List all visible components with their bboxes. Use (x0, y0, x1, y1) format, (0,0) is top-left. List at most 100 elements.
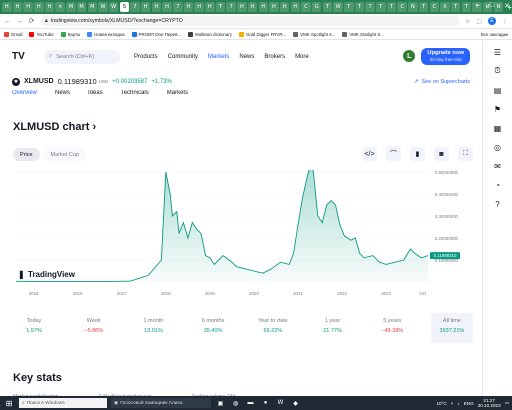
reload-icon[interactable]: ⟳ (28, 17, 35, 25)
browser-tab[interactable]: S (119, 2, 130, 12)
supercharts-link[interactable]: ↗ See on Supercharts (414, 79, 470, 85)
browser-tab[interactable]: Н (290, 2, 301, 12)
period-button[interactable]: Week −5.96% (73, 313, 115, 343)
period-button[interactable]: Year to date 69.22% (252, 313, 294, 343)
user-avatar[interactable]: L (403, 50, 416, 63)
nav-item-markets[interactable]: Markets (208, 54, 229, 60)
ideas-stream-icon[interactable]: ◎ (492, 141, 504, 153)
browser-tab[interactable]: G (311, 2, 322, 12)
hotlist-icon[interactable]: ⚑ (492, 103, 504, 115)
volume-icon[interactable]: ♪ (457, 401, 459, 406)
language-indicator[interactable]: ENG (464, 401, 474, 406)
notifications-icon[interactable]: ◔ (492, 179, 504, 191)
clock[interactable]: 21:27 30.10.2023 (478, 398, 501, 408)
back-icon[interactable]: ← (4, 18, 11, 25)
browser-tab[interactable]: М (66, 2, 76, 12)
period-button[interactable]: 1 month 13.01% (132, 313, 174, 343)
browser-tab[interactable]: М (76, 2, 87, 12)
browser-tab[interactable]: Н (23, 2, 33, 12)
browser-tab[interactable]: Н (269, 2, 279, 12)
bookmark-item[interactable]: Новая вкладка (87, 31, 125, 37)
maximize-icon[interactable]: □ (490, 2, 494, 10)
help-icon[interactable]: ? (492, 198, 504, 210)
camera-icon[interactable]: ◙ (434, 147, 449, 161)
bookmark-item[interactable]: VMK Spotlight 4... (293, 31, 335, 37)
period-button[interactable]: All time 3937.21% (430, 313, 473, 343)
browser-tab[interactable]: Н (12, 2, 23, 12)
browser-tab[interactable]: Н (237, 2, 247, 12)
browser-tab[interactable]: Т (354, 2, 365, 12)
notifications-icon[interactable]: ▭ (505, 400, 509, 406)
browser-tab[interactable]: С (429, 2, 439, 12)
taskbar-search[interactable]: ⌕ Поиск в Windows (19, 398, 107, 408)
line-chart-icon[interactable]: ⌒ (386, 147, 401, 161)
nav-item-brokers[interactable]: Brokers (264, 54, 285, 60)
forward-icon[interactable]: → (16, 18, 23, 25)
store-app-icon[interactable]: ◆ (290, 398, 301, 408)
period-button[interactable]: 1 year 21.77% (312, 313, 354, 343)
browser-tab[interactable]: Н (205, 2, 215, 12)
browser-tab[interactable]: W (108, 2, 119, 12)
data-window-icon[interactable]: ▤ (492, 84, 504, 96)
browser-tab[interactable]: 7 (130, 2, 140, 12)
browser-tab[interactable]: Х (440, 2, 450, 12)
browser-tab[interactable]: W (98, 2, 108, 12)
nav-item-news[interactable]: News (239, 54, 254, 60)
browser-tab[interactable]: Н (279, 2, 290, 12)
chart-tab-price[interactable]: Price (13, 148, 40, 161)
browser-tab[interactable]: ✕ (55, 2, 65, 12)
voice-assistant[interactable]: ◉ Голосовой помощник Алиса (111, 398, 211, 408)
candle-chart-icon[interactable]: ▮ (410, 147, 425, 161)
nav-item-community[interactable]: Community (168, 54, 198, 60)
browser-tab[interactable]: М (87, 2, 97, 12)
menu-icon[interactable]: ⋮ (502, 18, 508, 25)
word-app-icon[interactable]: W (275, 398, 286, 408)
code-icon[interactable]: </> (362, 147, 377, 161)
file-explorer-icon[interactable]: ▬ (245, 398, 256, 408)
bookmark-item[interactable]: PROMT.One Перев... (131, 31, 181, 37)
browser-tab[interactable]: N (408, 2, 418, 12)
browser-tab[interactable]: Н (194, 2, 204, 12)
all-bookmarks[interactable]: Все закладки (481, 32, 508, 37)
bookmark-item[interactable]: Gold Digger FRVR... (238, 31, 286, 37)
chart-tab-market-cap[interactable]: Market Cap (43, 148, 86, 161)
browser-tab[interactable]: Т (418, 2, 429, 12)
calendar-icon[interactable]: ▦ (492, 122, 504, 134)
bookmark-item[interactable]: Карты (60, 31, 80, 37)
browser-tab[interactable]: W (333, 2, 343, 12)
price-chart[interactable]: 0.50000000 0.40000000 0.30000000 0.20000000… (10, 170, 470, 300)
browser-tab[interactable]: С (301, 2, 311, 12)
windows-start-icon[interactable]: ⊞ (3, 398, 15, 408)
browser-tab[interactable]: Т (386, 2, 397, 12)
tab-markets[interactable]: Markets (167, 90, 188, 98)
tray-up-icon[interactable]: ˄ (451, 401, 454, 406)
browser-tab[interactable]: Т (344, 2, 354, 12)
browser-tab[interactable]: Т (376, 2, 386, 12)
close-icon[interactable]: ✕ (504, 2, 510, 10)
tab-news[interactable]: News (55, 90, 70, 98)
browser-tab[interactable]: Т (461, 2, 472, 12)
search-input[interactable]: ⌕ Search (Ctrl+K) (44, 49, 120, 64)
browser-tab[interactable]: Н (2, 2, 12, 12)
browser-tab[interactable]: Н (44, 2, 55, 12)
bookmark-item[interactable]: VMK Starlight S... (342, 31, 384, 37)
browser-tab[interactable]: Т (322, 2, 333, 12)
period-button[interactable]: 5 years −49.39% (371, 313, 413, 343)
profile-avatar[interactable]: E (488, 17, 496, 25)
nav-item-more[interactable]: More (295, 54, 309, 60)
watchlist-icon[interactable]: ☰ (492, 46, 504, 58)
browser-tab[interactable]: Т (365, 2, 375, 12)
browser-app-icon[interactable]: ◍ (230, 398, 241, 408)
browser-tab[interactable]: Н (151, 2, 162, 12)
browser-tab[interactable]: Т (215, 2, 226, 12)
browser-tab[interactable]: Н (34, 2, 44, 12)
extensions-icon[interactable]: ⬚ (476, 18, 482, 25)
browser-tab[interactable]: Н (162, 2, 172, 12)
browser-tab[interactable]: Н (140, 2, 151, 12)
tab-overview[interactable]: Overview (12, 90, 37, 98)
url-field[interactable]: 🔒︎ tradingview.com/symbols/XLMUSD/?excha… (40, 16, 460, 26)
browser-tab[interactable]: Н (183, 2, 194, 12)
bookmark-star-icon[interactable]: ☆ (465, 18, 470, 25)
nav-item-products[interactable]: Products (134, 54, 158, 60)
browser-tab[interactable]: 7 (226, 2, 236, 12)
